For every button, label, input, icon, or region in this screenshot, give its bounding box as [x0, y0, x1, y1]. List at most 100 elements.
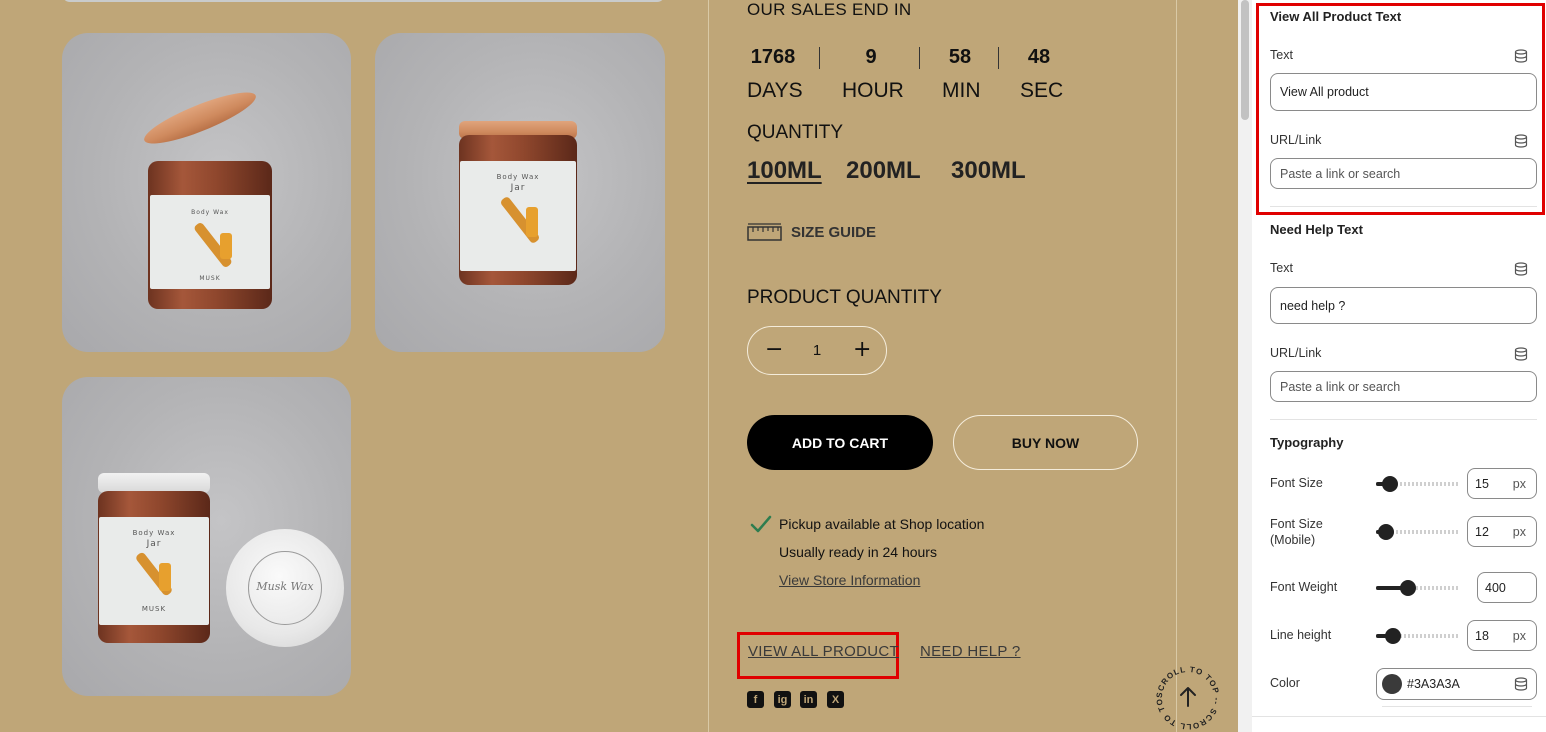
view-all-url-label: URL/Link [1270, 133, 1322, 147]
countdown-separator [919, 47, 920, 69]
view-all-section-title: View All Product Text [1270, 9, 1402, 24]
column-divider [708, 0, 709, 732]
need-help-section-title: Need Help Text [1270, 222, 1363, 237]
panel-bottom-divider [1252, 716, 1546, 717]
countdown-days-unit: DAYS [747, 79, 803, 102]
view-all-text-label: Text [1270, 48, 1293, 62]
jar-label: Body Wax Jar [460, 161, 576, 271]
font-size-mobile-label: Font Size (Mobile) [1270, 517, 1323, 547]
scroll-to-top-text: SCROLL TO TOP -- SCROLL TO TOP -- [1152, 662, 1220, 731]
countdown-minutes-value: 58 [948, 46, 972, 68]
line-height-unit: px [1512, 629, 1526, 643]
previous-image-edge [62, 0, 665, 2]
size-guide-label: SIZE GUIDE [791, 223, 877, 241]
font-size-slider-knob[interactable] [1382, 476, 1398, 492]
add-to-cart-button[interactable]: ADD TO CART [747, 415, 933, 470]
jar-lid [98, 473, 210, 493]
section-divider [1270, 206, 1537, 207]
countdown-hours-unit: HOUR [842, 79, 904, 102]
instagram-icon[interactable]: ig [774, 691, 791, 708]
pickup-ready-time: Usually ready in 24 hours [779, 544, 937, 560]
product-image-closed-jar[interactable]: Body Wax Jar [375, 33, 665, 352]
scroll-to-top-ring-text: SCROLL TO TOP -- SCROLL TO TOP -- [1152, 662, 1221, 731]
product-quantity-title: PRODUCT QUANTITY [747, 287, 942, 308]
linkedin-icon[interactable]: in [800, 691, 817, 708]
storefront-preview: Body Wax MUSK Body Wax Jar Body Wax Jar … [0, 0, 1238, 732]
checkmark-icon [750, 515, 772, 533]
jar-label-name: Jar [146, 539, 162, 549]
jar-label: Body Wax MUSK [150, 195, 270, 289]
quantity-title: QUANTITY [747, 122, 844, 143]
dynamic-source-icon[interactable] [1514, 347, 1528, 361]
countdown-separator [998, 47, 999, 69]
honey-drip-icon [526, 207, 538, 237]
font-weight-input[interactable]: 400 [1477, 572, 1537, 603]
view-store-information-link[interactable]: View Store Information [779, 572, 920, 588]
scroll-to-top-button[interactable]: SCROLL TO TOP -- SCROLL TO TOP -- [1152, 662, 1224, 732]
view-all-product-link[interactable]: VIEW ALL PRODUCT [748, 643, 899, 660]
jar-label: Body Wax Jar MUSK [99, 517, 209, 625]
need-help-text-input[interactable]: need help ? [1270, 287, 1537, 324]
quantity-stepper: − 1 + [747, 326, 887, 375]
section-divider [1270, 419, 1537, 420]
jar-lid [139, 83, 261, 153]
countdown-separator [819, 47, 820, 69]
column-divider [1176, 0, 1177, 732]
color-swatch[interactable] [1382, 674, 1402, 694]
arrow-up-icon [1180, 687, 1196, 707]
line-height-value: 18 [1475, 629, 1489, 643]
font-size-mobile-slider-knob[interactable] [1378, 524, 1394, 540]
dynamic-source-icon[interactable] [1514, 49, 1528, 63]
preview-scrollbar-thumb[interactable] [1241, 0, 1249, 120]
lid-text: Musk Wax [256, 580, 314, 593]
size-guide-link[interactable]: SIZE GUIDE [747, 222, 876, 242]
buy-now-button[interactable]: BUY NOW [953, 415, 1138, 470]
jar-label-name: Jar [510, 183, 526, 193]
view-all-url-input[interactable]: Paste a link or search [1270, 158, 1537, 189]
jar-label-brand: Body Wax [496, 173, 540, 181]
need-help-text-label: Text [1270, 261, 1293, 275]
product-image-jar-with-lid[interactable]: Body Wax Jar MUSK Musk Wax [62, 377, 351, 696]
settings-panel: View All Product Text Text View All prod… [1252, 0, 1546, 732]
color-underline [1382, 706, 1532, 707]
font-size-input[interactable]: 15 px [1467, 468, 1537, 499]
x-twitter-icon[interactable]: X [827, 691, 844, 708]
font-weight-label: Font Weight [1270, 580, 1338, 594]
variant-200ml[interactable]: 200ML [846, 157, 921, 185]
dynamic-source-icon[interactable] [1514, 134, 1528, 148]
countdown-hours-value: 9 [865, 46, 877, 68]
font-weight-value: 400 [1485, 581, 1506, 595]
jar-label-scent: MUSK [141, 605, 167, 613]
countdown-minutes-unit: MIN [942, 79, 981, 102]
countdown-seconds-unit: SEC [1020, 79, 1064, 102]
dynamic-source-icon[interactable] [1514, 262, 1528, 276]
increase-button[interactable]: + [853, 339, 871, 361]
line-height-input[interactable]: 18 px [1467, 620, 1537, 651]
jar-label-scent: MUSK [199, 275, 221, 282]
white-lid: Musk Wax [226, 529, 344, 647]
color-label: Color [1270, 676, 1300, 690]
font-weight-slider-knob[interactable] [1400, 580, 1416, 596]
countdown-days-value: 1768 [750, 46, 796, 68]
need-help-url-input[interactable]: Paste a link or search [1270, 371, 1537, 402]
ruler-icon [747, 223, 782, 241]
jar-label-brand: Body Wax [132, 529, 176, 537]
typography-title: Typography [1270, 435, 1344, 450]
jar-label-brand: Body Wax [191, 209, 229, 216]
need-help-link[interactable]: NEED HELP ? [920, 643, 1021, 660]
color-picker[interactable]: #3A3A3A [1376, 668, 1537, 700]
honey-drip-icon [220, 233, 232, 259]
font-size-unit: px [1512, 477, 1526, 491]
facebook-icon[interactable]: f [747, 691, 764, 708]
pickup-availability: Pickup available at Shop location [779, 516, 985, 532]
variant-100ml[interactable]: 100ML [747, 157, 822, 185]
font-size-label: Font Size [1270, 476, 1323, 490]
font-size-mobile-input[interactable]: 12 px [1467, 516, 1537, 547]
dynamic-source-icon[interactable] [1514, 677, 1528, 691]
view-all-text-input[interactable]: View All product [1270, 73, 1537, 111]
line-height-label: Line height [1270, 628, 1332, 642]
variant-300ml[interactable]: 300ML [951, 157, 1026, 185]
need-help-url-label: URL/Link [1270, 346, 1322, 360]
line-height-slider-knob[interactable] [1385, 628, 1401, 644]
product-image-open-jar[interactable]: Body Wax MUSK [62, 33, 351, 352]
